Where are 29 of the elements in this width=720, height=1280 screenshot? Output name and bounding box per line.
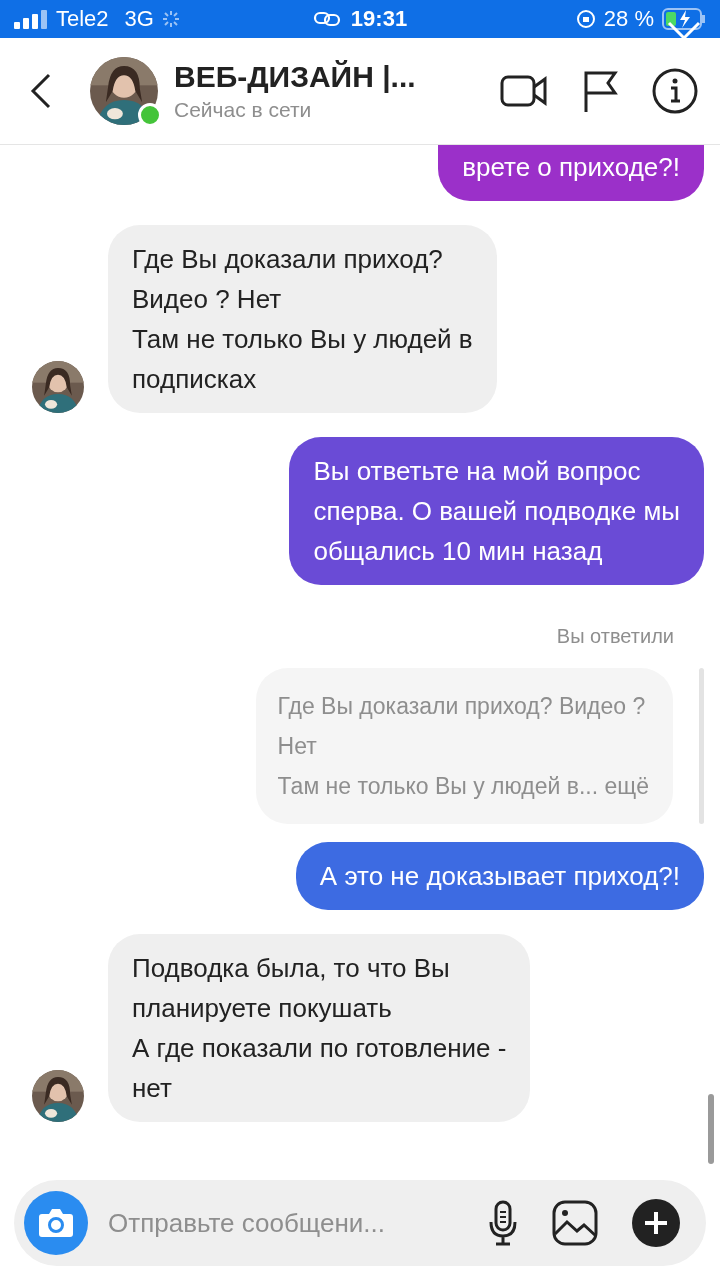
- sent-message: врете о приходе?!: [438, 145, 704, 201]
- clock: 19:31: [350, 6, 408, 32]
- image-icon[interactable]: [552, 1200, 598, 1246]
- online-status: Сейчас в сети: [174, 98, 313, 122]
- loading-icon: [161, 10, 180, 28]
- scrollbar: [708, 1094, 714, 1164]
- back-icon[interactable]: [30, 73, 52, 109]
- sent-message: Вы ответьте на мой вопрос сперва. О вашей подводке мы общались 10 мин назад: [289, 437, 704, 585]
- signal-icon: [14, 9, 48, 29]
- battery-percent: 28 %: [603, 6, 654, 32]
- rotation-lock-icon: [575, 9, 596, 29]
- microphone-icon[interactable]: [488, 1200, 518, 1246]
- quoted-message[interactable]: Где Вы доказали приход? Видео ? Нет Там не только Вы у людей в... ещё: [255, 668, 673, 824]
- received-message: Где Вы доказали приход? Видео ? Нет Там не только Вы у людей в подписках: [108, 225, 497, 413]
- link-icon: [312, 11, 341, 27]
- camera-icon: [38, 1208, 74, 1238]
- battery-icon: [662, 8, 706, 30]
- network-type: 3G: [124, 6, 154, 32]
- add-icon[interactable]: [632, 1199, 680, 1247]
- flag-icon[interactable]: [582, 70, 618, 112]
- message-field[interactable]: Отправьте сообщени...: [106, 1206, 488, 1240]
- received-message: Подводка была, то что Вы планируете покушать А где показали по готовление - нет: [108, 934, 531, 1122]
- reply-label: Вы ответили: [556, 625, 674, 648]
- sent-message: А это не доказывает приход?!: [295, 842, 704, 910]
- info-icon[interactable]: [652, 68, 698, 114]
- chat-title: ВЕБ-ДИЗАЙН |...: [174, 60, 417, 94]
- carrier-name: Tele2: [56, 6, 109, 32]
- video-camera-icon[interactable]: [500, 73, 548, 109]
- camera-button[interactable]: [24, 1191, 88, 1255]
